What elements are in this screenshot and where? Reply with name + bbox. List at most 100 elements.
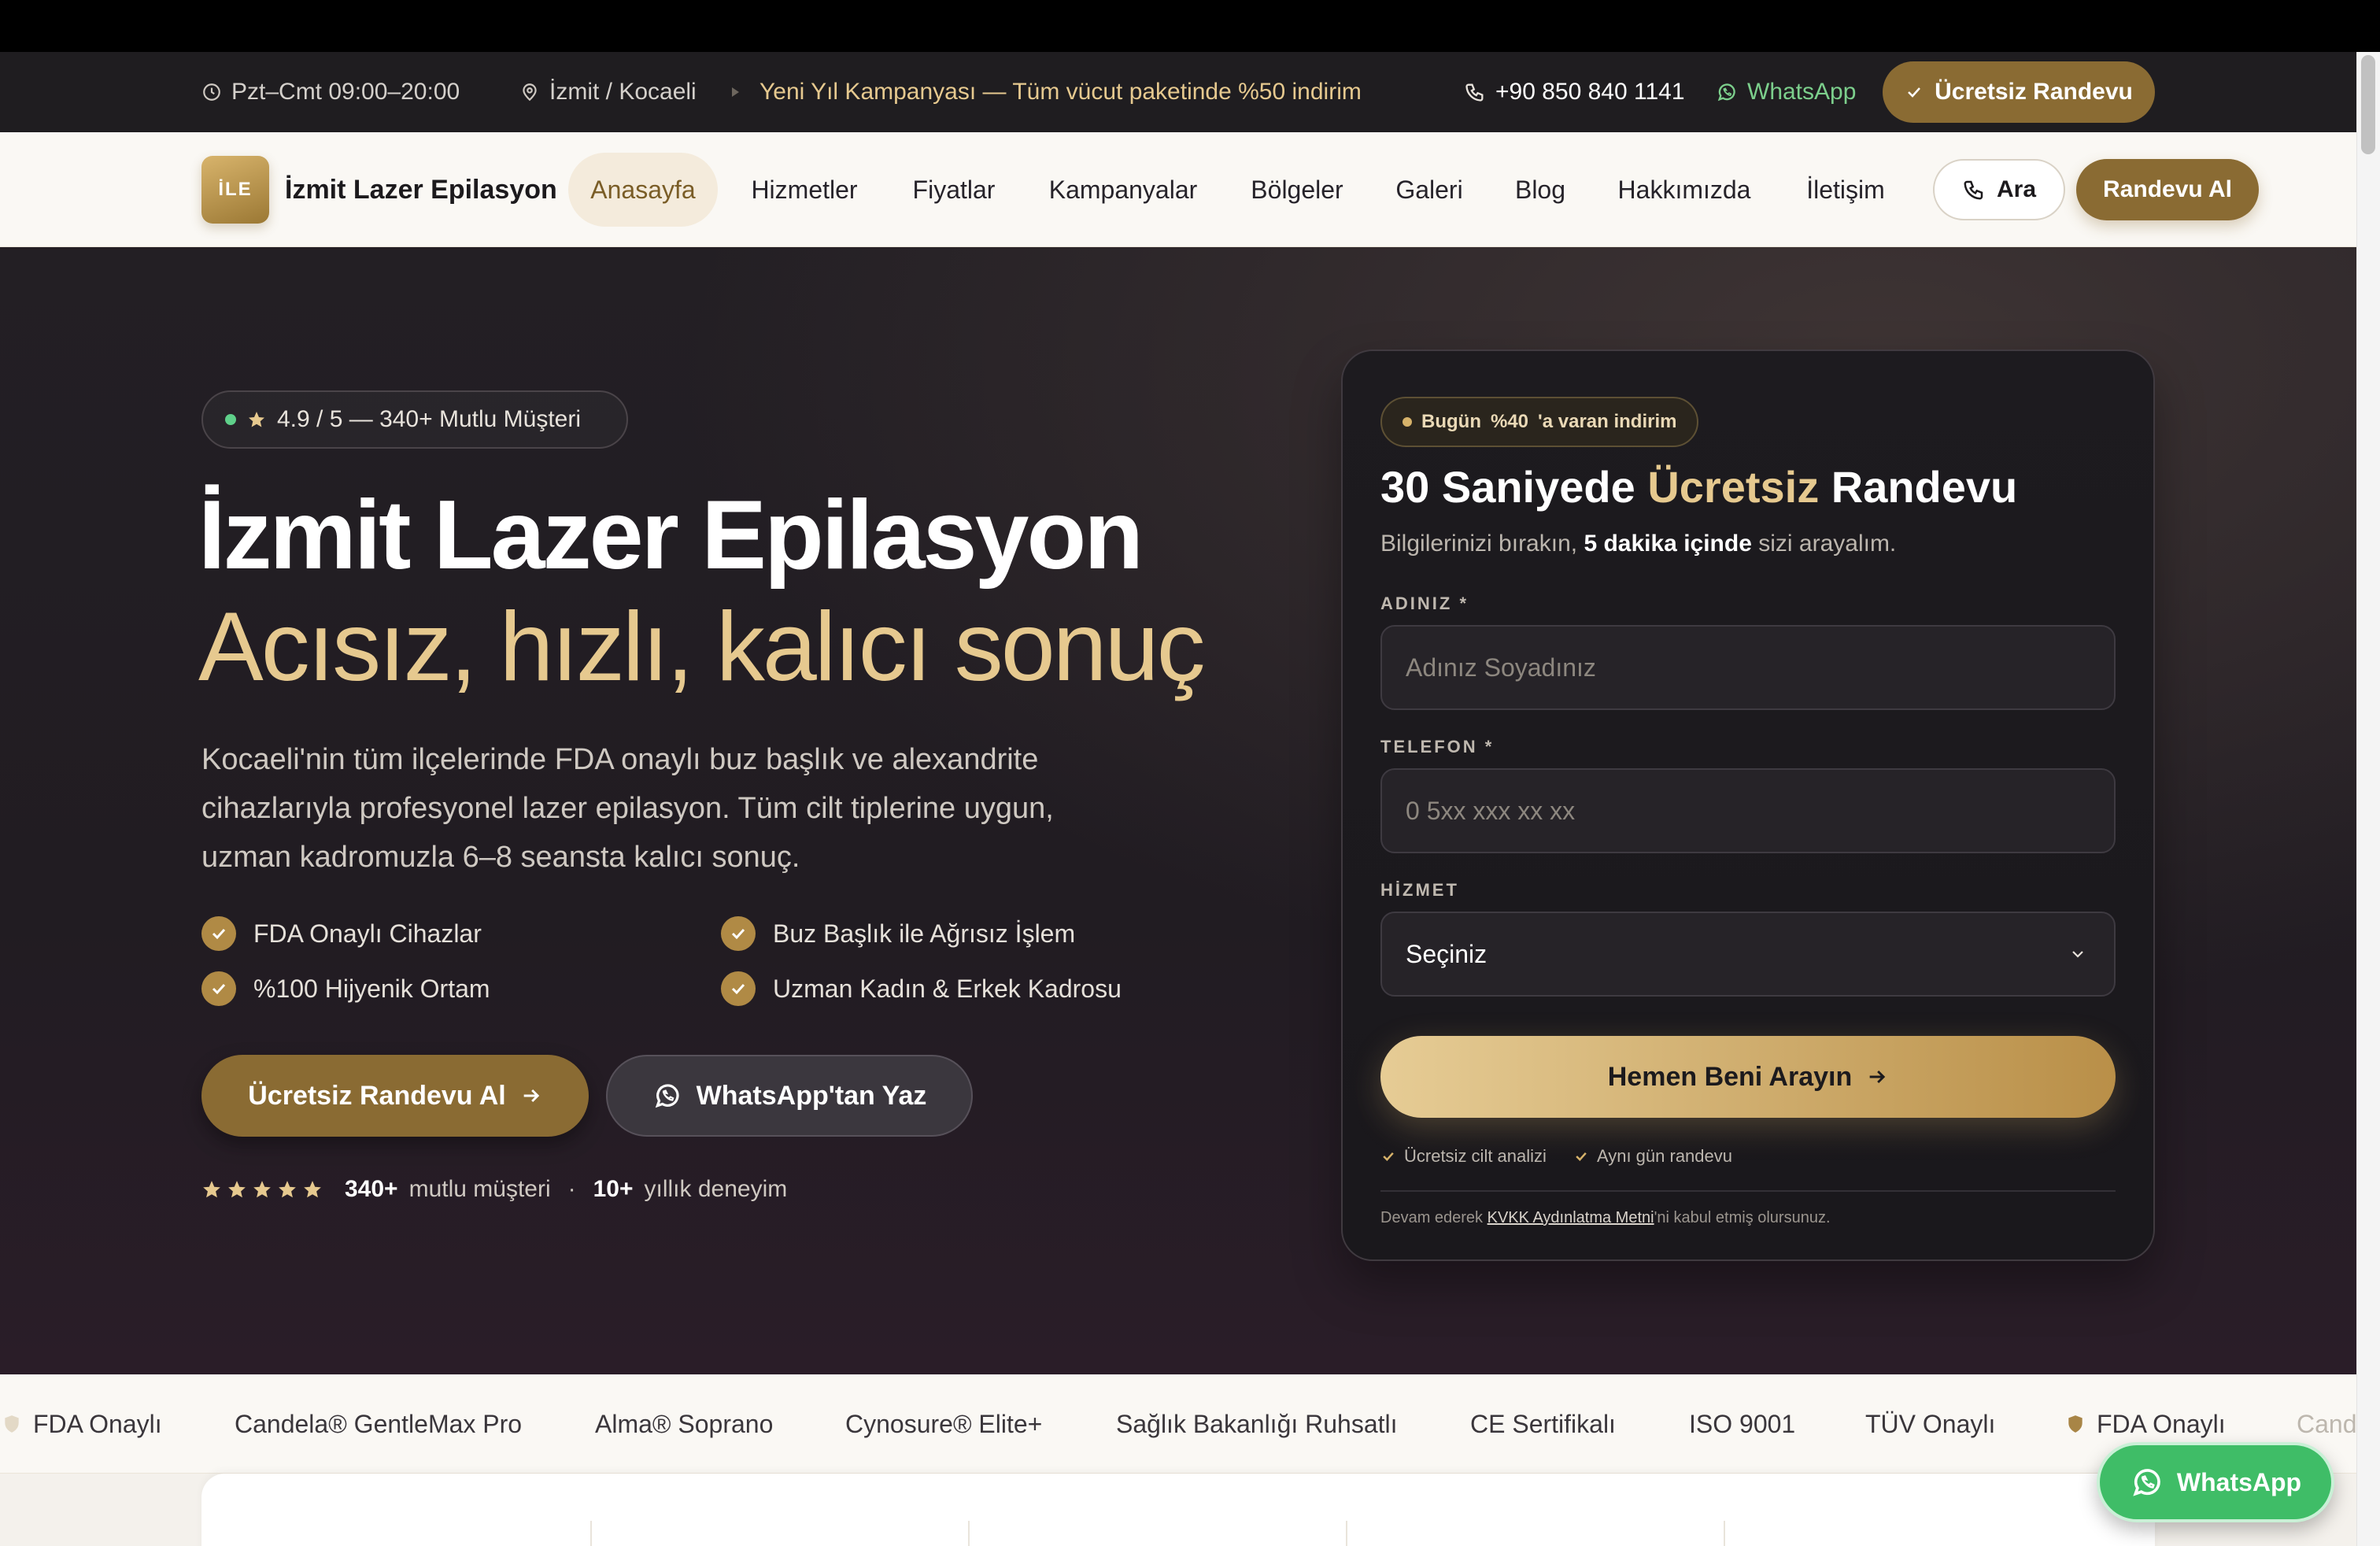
- check-icon: [1905, 83, 1924, 102]
- clock-icon: [201, 82, 222, 102]
- discount-pre: Bugün: [1421, 411, 1481, 432]
- submit-label: Hemen Beni Arayın: [1607, 1061, 1853, 1092]
- nav-link-kampanyalar[interactable]: Kampanyalar: [1034, 153, 1212, 227]
- card-divider: [590, 1521, 592, 1546]
- kvkk-post: 'ni kabul etmiş olursunuz.: [1654, 1209, 1831, 1226]
- phone-number: +90 850 840 1141: [1495, 79, 1685, 105]
- free-appointment-cta[interactable]: Ücretsiz Randevu Al: [201, 1055, 589, 1137]
- whatsapp-cta[interactable]: WhatsApp'tan Yaz: [606, 1055, 973, 1137]
- strip-label: FDA Onaylı: [2097, 1409, 2226, 1438]
- feature-item: Uzman Kadın & Erkek Kadrosu: [721, 971, 1122, 1006]
- form-title-post: Randevu: [1831, 462, 2018, 512]
- map-pin-icon: [519, 82, 540, 102]
- hero-title: İzmit Lazer Epilasyon: [198, 481, 1144, 590]
- star-icon: [203, 1181, 220, 1198]
- feature-label: %100 Hijyenik Ortam: [253, 974, 490, 1003]
- check-icon: [721, 971, 756, 1006]
- star-icon: [247, 410, 266, 429]
- shield-icon: [2, 1414, 22, 1434]
- kvkk-pre: Devam ederek: [1380, 1209, 1484, 1226]
- strip-item: Sağlık Bakanlığı Ruhsatlı: [1116, 1409, 1398, 1438]
- logo-badge[interactable]: İLE: [201, 156, 269, 224]
- feature-item: Buz Başlık ile Ağrısız İşlem: [721, 916, 1075, 951]
- form-divider: [1380, 1190, 2116, 1192]
- scrollbar-track[interactable]: [2356, 52, 2380, 1546]
- star-icon: [228, 1181, 246, 1198]
- perk-item: Aynı gün randevu: [1573, 1146, 1732, 1167]
- nav-link-anasayfa[interactable]: Anasayfa: [568, 153, 718, 227]
- feature-item: FDA Onaylı Cihazlar: [201, 916, 482, 951]
- phone-icon: [1464, 81, 1486, 103]
- hero-description: Kocaeli'nin tüm ilçelerinde FDA onaylı b…: [201, 743, 1054, 874]
- form-title-highlight: Ücretsiz: [1647, 462, 1820, 512]
- card-divider: [1346, 1521, 1347, 1546]
- nav-link-blog[interactable]: Blog: [1499, 153, 1582, 227]
- feature-label: Uzman Kadın & Erkek Kadrosu: [773, 974, 1122, 1003]
- kvkk-notice: Devam ederek KVKK Aydınlatma Metni'ni ka…: [1380, 1209, 1831, 1227]
- kvkk-link[interactable]: KVKK Aydınlatma Metni: [1488, 1209, 1654, 1226]
- feature-label: Buz Başlık ile Ağrısız İşlem: [773, 919, 1076, 948]
- nav-link-hizmetler[interactable]: Hizmetler: [730, 153, 878, 227]
- service-value: Seçiniz: [1406, 939, 1488, 968]
- floating-whatsapp-button[interactable]: WhatsApp: [2097, 1442, 2334, 1522]
- whatsapp-label: WhatsApp: [1747, 79, 1857, 105]
- name-input[interactable]: Adınız Soyadınız: [1380, 625, 2116, 710]
- free-appointment-button[interactable]: Ücretsiz Randevu: [1883, 61, 2155, 123]
- nav-link-iletisim[interactable]: İletişim: [1787, 153, 1905, 227]
- customers-text: mutlu müşteri: [408, 1176, 551, 1202]
- phone-link[interactable]: +90 850 840 1141: [1464, 52, 1685, 132]
- bullet-icon: [732, 87, 739, 97]
- form-title: 30 Saniyede Ücretsiz Randevu: [1380, 461, 2017, 512]
- strip-item: Alma® Soprano: [595, 1409, 774, 1438]
- rating-text: 4.9 / 5 — 340+ Mutlu Müşteri: [277, 406, 582, 432]
- strip-item: Candela® GentleMax Pro: [235, 1409, 523, 1438]
- stats-separator: ·: [567, 1176, 576, 1202]
- submit-button[interactable]: Hemen Beni Arayın: [1380, 1036, 2116, 1118]
- hours-info: Pzt–Cmt 09:00–20:00: [201, 52, 460, 132]
- customers-count: 340+: [345, 1176, 398, 1202]
- scrollbar-thumb[interactable]: [2361, 55, 2375, 154]
- promo-banner[interactable]: Yeni Yıl Kampanyası — Tüm vücut paketind…: [732, 52, 1362, 132]
- form-sub-post: sizi arayalım.: [1758, 531, 1897, 557]
- arrow-right-icon: [1866, 1066, 1888, 1088]
- form-perks: Ücretsiz cilt analizi Aynı gün randevu: [1380, 1146, 1732, 1167]
- feature-label: FDA Onaylı Cihazlar: [253, 919, 482, 948]
- call-button[interactable]: Ara: [1933, 159, 2065, 220]
- nav-link-fiyatlar[interactable]: Fiyatlar: [893, 153, 1015, 227]
- whatsapp-link[interactable]: WhatsApp: [1716, 52, 1856, 132]
- service-label: HİZMET: [1380, 880, 1459, 900]
- service-select[interactable]: Seçiniz: [1380, 912, 2116, 997]
- arrow-right-icon: [520, 1085, 542, 1107]
- star-icon: [304, 1181, 321, 1198]
- hero-section: 4.9 / 5 — 340+ Mutlu Müşteri İzmit Lazer…: [0, 247, 2356, 1374]
- cta-label: Ücretsiz Randevu Al: [248, 1080, 506, 1111]
- free-appointment-label: Ücretsiz Randevu: [1935, 79, 2133, 105]
- perk-label: Aynı gün randevu: [1596, 1146, 1732, 1166]
- hero-subtitle: Acısız, hızlı, kalıcı sonuç: [198, 593, 1206, 701]
- feature-item: %100 Hijyenik Ortam: [201, 971, 490, 1006]
- name-label: ADINIZ *: [1380, 594, 1469, 613]
- form-subtitle: Bilgilerinizi bırakın, 5 dakika içinde s…: [1380, 531, 1896, 557]
- main-nav: İLE İzmit Lazer Epilasyon Anasayfa Hizme…: [0, 132, 2356, 247]
- nav-link-hakkimizda[interactable]: Hakkımızda: [1602, 153, 1766, 227]
- check-icon: [201, 916, 236, 951]
- nav-link-bolgeler[interactable]: Bölgeler: [1236, 153, 1358, 227]
- appointment-button[interactable]: Randevu Al: [2076, 159, 2259, 220]
- brand-name[interactable]: İzmit Lazer Epilasyon: [285, 132, 557, 247]
- hours-text: Pzt–Cmt 09:00–20:00: [231, 79, 460, 105]
- strip-label: FDA Onaylı: [33, 1409, 162, 1438]
- nav-link-galeri[interactable]: Galeri: [1382, 153, 1476, 227]
- check-icon: [1576, 1152, 1587, 1161]
- form-sub-strong: 5 dakika içinde: [1584, 531, 1752, 557]
- phone-label: TELEFON *: [1380, 737, 1495, 756]
- years-count: 10+: [593, 1176, 634, 1202]
- phone-input[interactable]: 0 5xx xxx xx xx: [1380, 768, 2116, 853]
- five-star-rating: [201, 1179, 323, 1200]
- chevron-down-icon: [2068, 945, 2087, 963]
- star-icon: [253, 1181, 271, 1198]
- location-text: İzmit / Kocaeli: [549, 79, 697, 105]
- strip-item: FDA Onaylı: [2, 1374, 162, 1473]
- whatsapp-icon: [652, 1081, 682, 1111]
- stats-card: [201, 1474, 2155, 1546]
- rating-badge: 4.9 / 5 — 340+ Mutlu Müşteri: [201, 390, 628, 449]
